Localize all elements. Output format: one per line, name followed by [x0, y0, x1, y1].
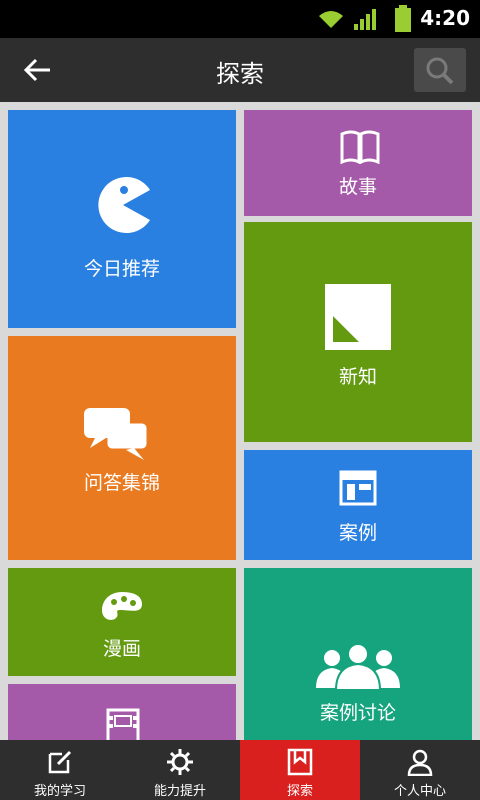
tab-bar: 我的学习 能力提升 探索 个人中心 [0, 740, 480, 800]
app-bar: 探索 [0, 38, 480, 102]
film-icon [106, 708, 140, 740]
palette-icon [102, 592, 142, 620]
search-icon [426, 57, 454, 85]
search-button[interactable] [414, 48, 466, 92]
layout-icon [339, 470, 377, 506]
tiles-grid: 今日推荐 故事 新知 问答集锦 案例 漫画 案例讨论 [0, 102, 480, 740]
tile-today-recommend[interactable]: 今日推荐 [8, 110, 236, 328]
tile-label: 问答集锦 [83, 472, 160, 494]
edit-icon [48, 750, 72, 774]
pacman-icon [98, 177, 150, 233]
gear-icon [167, 749, 193, 775]
book-icon [340, 130, 380, 164]
tab-personal-center[interactable]: 个人中心 [360, 740, 480, 800]
tile-label: 案例讨论 [319, 702, 396, 724]
battery-icon [395, 5, 411, 32]
page-title: 探索 [216, 60, 264, 88]
bookmark-icon [287, 748, 313, 776]
tab-explore[interactable]: 探索 [240, 740, 360, 800]
tile-comics[interactable]: 漫画 [8, 568, 236, 676]
new-knowledge-icon [325, 284, 391, 350]
tile-label: 今日推荐 [83, 258, 160, 280]
tab-label: 探索 [286, 784, 313, 799]
status-time: 4:20 [420, 6, 470, 30]
tile-label: 新知 [338, 366, 377, 388]
tab-label: 个人中心 [393, 784, 446, 799]
people-group-icon [316, 644, 400, 690]
tab-my-learning[interactable]: 我的学习 [0, 740, 120, 800]
status-bar: 4:20 [0, 0, 480, 38]
tile-story[interactable]: 故事 [244, 110, 472, 216]
tab-label: 能力提升 [153, 784, 206, 799]
user-icon [407, 749, 433, 776]
tab-skill-improve[interactable]: 能力提升 [120, 740, 240, 800]
tab-label: 我的学习 [33, 784, 86, 799]
tile-label: 漫画 [102, 638, 141, 660]
signal-icon [354, 9, 376, 30]
tile-case-discussion[interactable]: 案例讨论 [244, 568, 472, 740]
tile-label: 案例 [338, 522, 377, 544]
tile-new-knowledge[interactable]: 新知 [244, 222, 472, 442]
tile-cases[interactable]: 案例 [244, 450, 472, 560]
tile-qa-collection[interactable]: 问答集锦 [8, 336, 236, 560]
chat-bubbles-icon [84, 408, 150, 460]
wifi-icon [319, 11, 343, 28]
tile-label: 故事 [338, 176, 377, 198]
tile-video[interactable] [8, 684, 236, 740]
